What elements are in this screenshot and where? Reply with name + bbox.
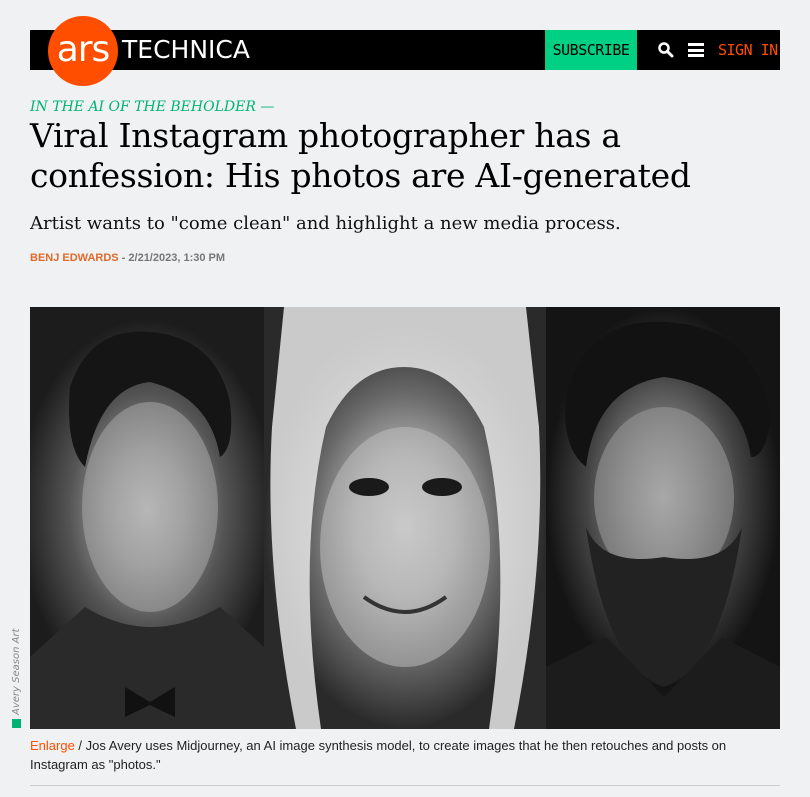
logo-technica-text[interactable]: TECHNICA [122, 30, 250, 70]
article-byline: BENJ EDWARDS - 2/21/2023, 1:30 PM [30, 252, 225, 264]
camera-icon [12, 719, 21, 728]
logo-ars-circle[interactable]: ars [48, 16, 118, 86]
sign-in-link[interactable]: SIGN IN [718, 30, 778, 70]
search-icon[interactable] [657, 41, 675, 59]
photo-credit-text: Avery Season Art [11, 628, 22, 715]
article-kicker: IN THE AI OF THE BEHOLDER — [30, 99, 275, 115]
author-link[interactable]: BENJ EDWARDS [30, 252, 119, 264]
article-dek: Artist wants to "come clean" and highlig… [30, 213, 621, 234]
divider [30, 785, 780, 786]
image-caption: Enlarge / Jos Avery uses Midjourney, an … [30, 736, 782, 774]
photo-credit: Avery Season Art [11, 629, 22, 728]
lead-image[interactable] [30, 307, 780, 729]
article-headline: Viral Instagram photographer has a confe… [30, 116, 691, 195]
enlarge-link[interactable]: Enlarge [30, 738, 75, 753]
portrait-man-bowtie-image [30, 307, 264, 729]
logo-ars-text: ars [56, 28, 111, 70]
menu-icon[interactable] [688, 43, 704, 57]
portrait-bearded-man-image [546, 307, 780, 729]
subscribe-button[interactable]: SUBSCRIBE [545, 30, 637, 70]
caption-text: / Jos Avery uses Midjourney, an AI image… [30, 738, 727, 772]
portrait-woman-headscarf-image [264, 307, 546, 729]
publish-date: - 2/21/2023, 1:30 PM [118, 252, 226, 264]
